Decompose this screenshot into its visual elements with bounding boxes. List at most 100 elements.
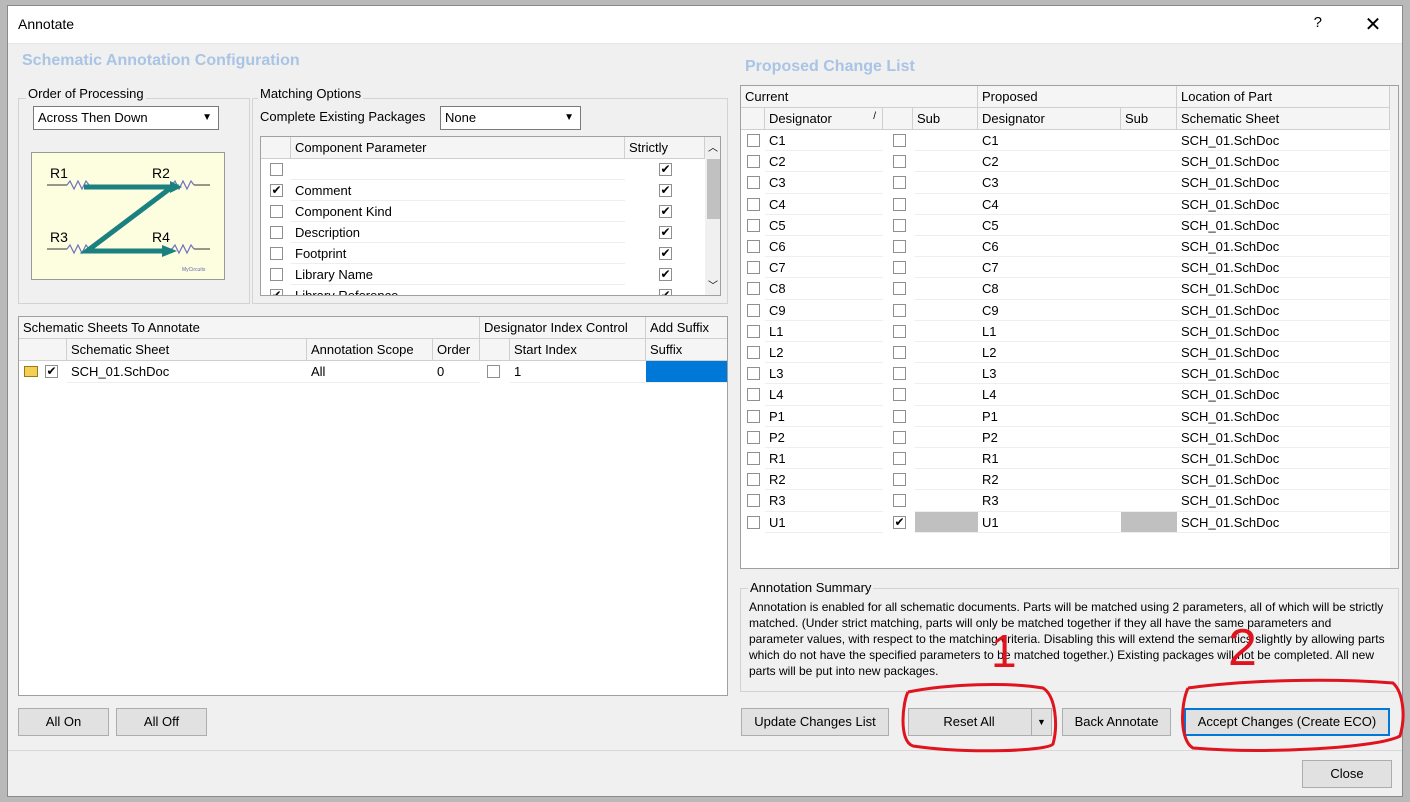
- param-row[interactable]: ✔ Library Reference ✔: [261, 285, 705, 295]
- scroll-down-icon[interactable]: ﹀: [708, 277, 718, 292]
- sub-checkbox[interactable]: [893, 324, 906, 338]
- sub-checkbox[interactable]: [893, 430, 906, 444]
- dropdown-arrow-icon[interactable]: ▼: [1031, 709, 1051, 735]
- current-checkbox[interactable]: [747, 430, 760, 444]
- param-row[interactable]: Footprint ✔: [261, 243, 705, 264]
- change-row[interactable]: P1 P1 SCH_01.SchDoc: [741, 406, 1390, 427]
- sub-checkbox[interactable]: [893, 367, 906, 381]
- strict-checkbox[interactable]: ✔: [659, 184, 672, 197]
- strict-checkbox[interactable]: ✔: [659, 247, 672, 260]
- param-checkbox[interactable]: ✔: [270, 289, 283, 295]
- accept-changes-button[interactable]: Accept Changes (Create ECO): [1184, 708, 1390, 736]
- change-row[interactable]: C3 C3 SCH_01.SchDoc: [741, 172, 1390, 194]
- sub-checkbox[interactable]: [893, 240, 906, 253]
- sub-checkbox[interactable]: [893, 197, 906, 211]
- close-button[interactable]: Close: [1302, 760, 1392, 788]
- close-window-button[interactable]: ✕: [1360, 12, 1386, 37]
- schematic-sheet-header[interactable]: Schematic Sheet: [1177, 108, 1390, 130]
- param-row[interactable]: Library Name ✔: [261, 264, 705, 285]
- designator-header[interactable]: Designator /: [765, 108, 883, 130]
- sheet-row[interactable]: ✔ SCH_01.SchDoc All 0 1: [19, 361, 727, 383]
- scroll-up-icon[interactable]: ︿: [708, 139, 718, 154]
- suffix-header[interactable]: Suffix: [646, 339, 727, 361]
- sheet-order[interactable]: 0: [433, 361, 480, 383]
- current-checkbox[interactable]: [747, 388, 760, 402]
- change-row[interactable]: L4 L4 SCH_01.SchDoc: [741, 384, 1390, 406]
- reset-all-button[interactable]: Reset All ▼: [908, 708, 1052, 736]
- change-row[interactable]: C9 C9 SCH_01.SchDoc: [741, 300, 1390, 321]
- order-header[interactable]: Order: [433, 339, 480, 361]
- back-annotate-button[interactable]: Back Annotate: [1062, 708, 1171, 736]
- change-row[interactable]: R1 R1 SCH_01.SchDoc: [741, 448, 1390, 470]
- sub-checkbox[interactable]: ✔: [893, 515, 906, 529]
- sub-checkbox[interactable]: [893, 346, 906, 359]
- start-index-checkbox[interactable]: [487, 365, 500, 378]
- param-checkbox[interactable]: [270, 226, 283, 239]
- param-scrollbar[interactable]: ︿ ﹀: [705, 137, 720, 295]
- change-row[interactable]: R3 R3 SCH_01.SchDoc: [741, 490, 1390, 512]
- sub-checkbox[interactable]: [893, 473, 906, 487]
- current-checkbox[interactable]: [747, 282, 760, 296]
- sub-checkbox[interactable]: [893, 409, 906, 423]
- change-row[interactable]: C7 C7 SCH_01.SchDoc: [741, 257, 1390, 279]
- sheet-start-index[interactable]: 1: [510, 361, 646, 383]
- strict-checkbox[interactable]: ✔: [659, 163, 672, 176]
- param-row[interactable]: Component Kind ✔: [261, 201, 705, 222]
- strict-checkbox[interactable]: ✔: [659, 226, 672, 239]
- current-checkbox[interactable]: [747, 409, 760, 423]
- change-row[interactable]: L2 L2 SCH_01.SchDoc: [741, 342, 1390, 364]
- current-checkbox[interactable]: [747, 367, 760, 381]
- change-row[interactable]: C4 C4 SCH_01.SchDoc: [741, 194, 1390, 215]
- current-checkbox[interactable]: [747, 176, 760, 190]
- proposed-sub-header[interactable]: Sub: [1121, 108, 1177, 130]
- current-checkbox[interactable]: [747, 515, 760, 529]
- sheet-checkbox[interactable]: ✔: [45, 365, 58, 378]
- strict-checkbox[interactable]: ✔: [659, 205, 672, 218]
- strict-checkbox[interactable]: ✔: [659, 289, 672, 295]
- strict-checkbox[interactable]: ✔: [659, 268, 672, 281]
- param-checkbox[interactable]: [270, 268, 283, 281]
- update-changes-button[interactable]: Update Changes List: [741, 708, 889, 736]
- sub-checkbox[interactable]: [893, 176, 906, 190]
- sub-checkbox[interactable]: [893, 452, 906, 465]
- sub-checkbox[interactable]: [893, 282, 906, 296]
- proposed-designator-header[interactable]: Designator: [978, 108, 1121, 130]
- current-checkbox[interactable]: [747, 240, 760, 253]
- param-row[interactable]: Description ✔: [261, 222, 705, 243]
- current-checkbox[interactable]: [747, 261, 760, 275]
- param-checkbox[interactable]: [270, 205, 283, 218]
- all-on-button[interactable]: All On: [18, 708, 109, 736]
- current-checkbox[interactable]: [747, 494, 760, 508]
- current-checkbox[interactable]: [747, 303, 760, 317]
- change-row[interactable]: C8 C8 SCH_01.SchDoc: [741, 278, 1390, 300]
- param-row[interactable]: ✔ Comment ✔: [261, 180, 705, 201]
- param-checkbox[interactable]: ✔: [270, 184, 283, 197]
- order-combo[interactable]: Across Then Down ▼: [33, 106, 219, 130]
- strictly-header[interactable]: Strictly: [625, 137, 705, 159]
- current-checkbox[interactable]: [747, 134, 760, 147]
- change-row[interactable]: L3 L3 SCH_01.SchDoc: [741, 363, 1390, 385]
- sheet-scope[interactable]: All: [307, 361, 433, 383]
- change-row[interactable]: C2 C2 SCH_01.SchDoc: [741, 151, 1390, 173]
- sub-checkbox[interactable]: [893, 494, 906, 508]
- sub-checkbox[interactable]: [893, 155, 906, 169]
- current-checkbox[interactable]: [747, 452, 760, 465]
- change-row[interactable]: C5 C5 SCH_01.SchDoc: [741, 215, 1390, 236]
- current-checkbox[interactable]: [747, 197, 760, 211]
- sub-header[interactable]: Sub: [913, 108, 978, 130]
- scope-header[interactable]: Annotation Scope: [307, 339, 433, 361]
- change-row[interactable]: C6 C6 SCH_01.SchDoc: [741, 236, 1390, 258]
- sub-checkbox[interactable]: [893, 261, 906, 275]
- current-checkbox[interactable]: [747, 346, 760, 359]
- sub-checkbox[interactable]: [893, 218, 906, 232]
- current-checkbox[interactable]: [747, 473, 760, 487]
- sheet-header[interactable]: Schematic Sheet: [67, 339, 307, 361]
- change-row[interactable]: L1 L1 SCH_01.SchDoc: [741, 321, 1390, 342]
- current-checkbox[interactable]: [747, 155, 760, 169]
- sub-checkbox[interactable]: [893, 303, 906, 317]
- help-button[interactable]: ?: [1314, 14, 1322, 31]
- change-row[interactable]: C1 C1 SCH_01.SchDoc: [741, 130, 1390, 152]
- sub-checkbox[interactable]: [893, 388, 906, 402]
- param-checkbox[interactable]: [270, 247, 283, 260]
- complete-combo[interactable]: None ▼: [440, 106, 581, 130]
